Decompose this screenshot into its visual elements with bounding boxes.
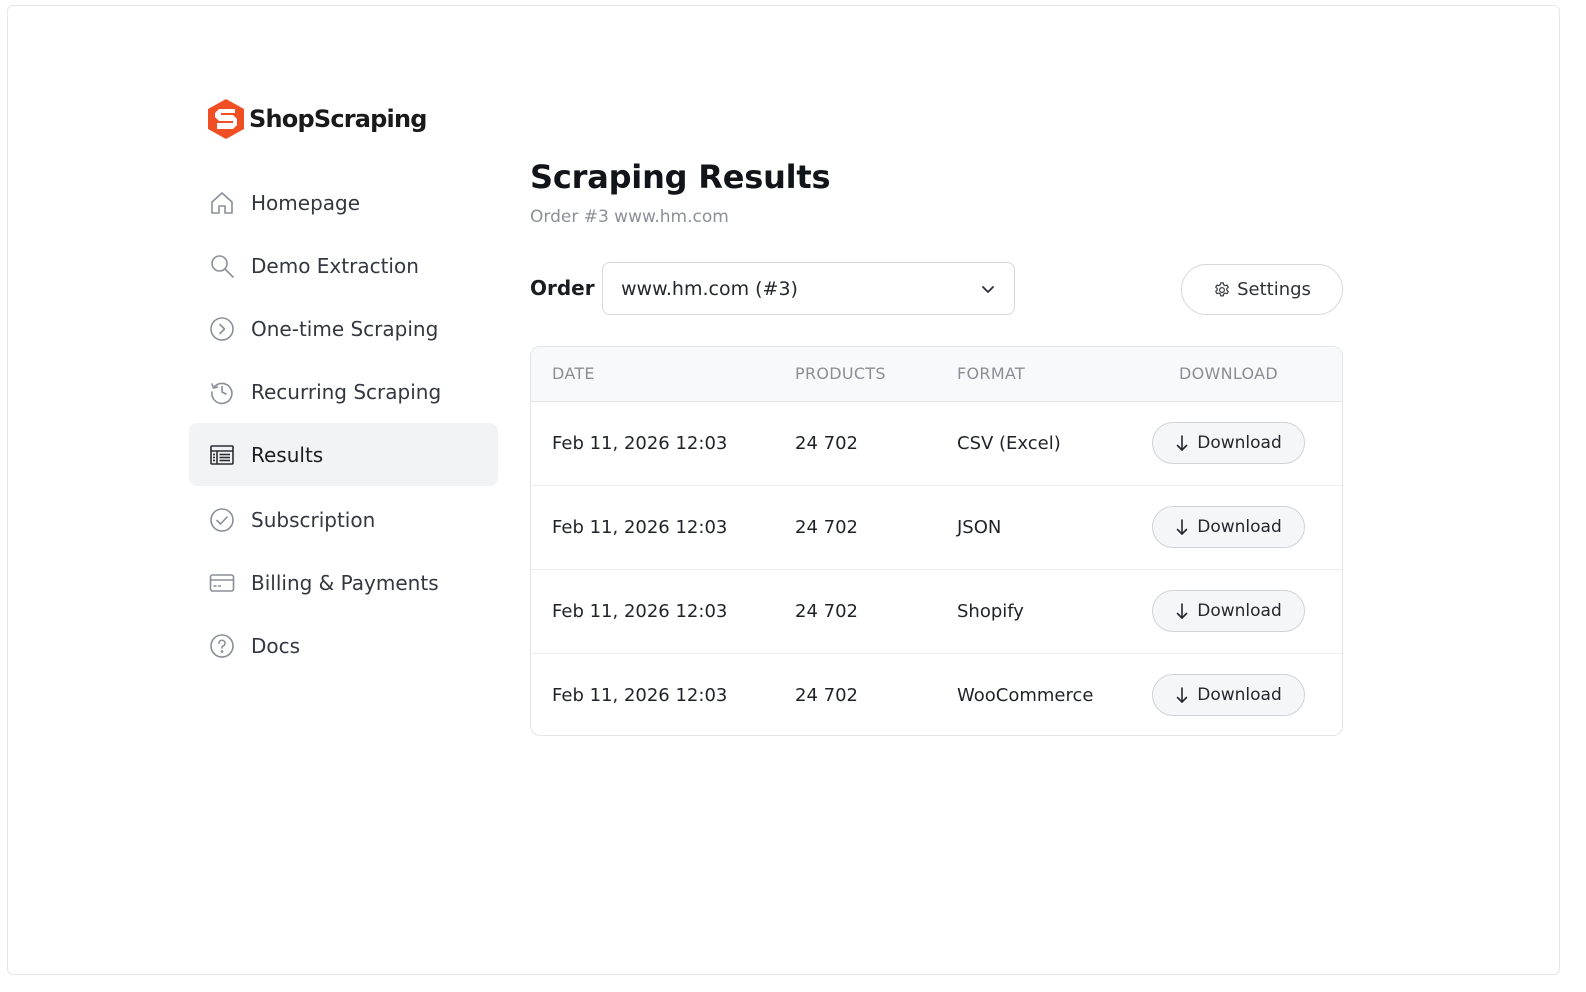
sidebar-item-recurring-scraping[interactable]: Recurring Scraping: [189, 360, 498, 423]
order-select[interactable]: www.hm.com (#3): [602, 262, 1015, 315]
search-icon: [209, 253, 235, 279]
sidebar-item-billing-payments[interactable]: Billing & Payments: [189, 551, 498, 614]
sidebar-item-one-time-scraping[interactable]: One-time Scraping: [189, 297, 498, 360]
row-products: 24 702: [795, 685, 858, 706]
column-header-format: FORMAT: [957, 364, 1025, 383]
row-format: JSON: [957, 517, 1002, 538]
order-select-value: www.hm.com (#3): [621, 277, 798, 300]
row-format: CSV (Excel): [957, 433, 1061, 454]
sidebar-item-label: Results: [251, 442, 324, 467]
sidebar-item-results[interactable]: Results: [189, 423, 498, 486]
download-button[interactable]: Download: [1152, 674, 1305, 716]
row-format: WooCommerce: [957, 685, 1094, 706]
arrow-down-icon: [1175, 602, 1189, 620]
column-header-date: DATE: [552, 364, 595, 383]
sidebar-item-label: Billing & Payments: [251, 570, 439, 595]
history-icon: [209, 379, 235, 405]
order-label: Order: [530, 276, 595, 300]
sidebar-nav: Homepage Demo Extraction One-time Scrapi…: [189, 171, 498, 677]
table-row: Feb 11, 2026 12:03 24 702 JSON Download: [531, 486, 1342, 570]
sidebar-item-label: Demo Extraction: [251, 253, 419, 278]
page-title: Scraping Results: [530, 158, 831, 196]
sidebar-item-homepage[interactable]: Homepage: [189, 171, 498, 234]
check-circle-icon: [209, 507, 235, 533]
arrow-down-icon: [1175, 686, 1189, 704]
column-header-products: PRODUCTS: [795, 364, 886, 383]
arrow-down-icon: [1175, 518, 1189, 536]
download-label: Download: [1197, 517, 1282, 537]
download-button[interactable]: Download: [1152, 590, 1305, 632]
sidebar-item-label: Subscription: [251, 507, 376, 532]
column-header-download: DOWNLOAD: [1179, 364, 1279, 383]
row-products: 24 702: [795, 517, 858, 538]
row-products: 24 702: [795, 433, 858, 454]
settings-button[interactable]: Settings: [1181, 264, 1343, 315]
gear-icon: [1213, 281, 1231, 299]
sidebar-item-label: Homepage: [251, 190, 361, 215]
shopscraping-logo-icon: [208, 99, 244, 139]
chevron-circle-icon: [209, 316, 235, 342]
chevron-down-icon: [980, 281, 996, 301]
download-label: Download: [1197, 433, 1282, 453]
home-icon: [209, 190, 235, 216]
row-products: 24 702: [795, 601, 858, 622]
results-table: DATE PRODUCTS FORMAT DOWNLOAD Feb 11, 20…: [530, 346, 1343, 736]
brand-logo[interactable]: ShopScraping: [207, 98, 427, 140]
sidebar-item-label: Recurring Scraping: [251, 379, 442, 404]
row-date: Feb 11, 2026 12:03: [552, 517, 728, 538]
page-subtitle: Order #3 www.hm.com: [530, 207, 729, 227]
table-row: Feb 11, 2026 12:03 24 702 Shopify Downlo…: [531, 570, 1342, 654]
sidebar-item-label: Docs: [251, 633, 301, 658]
sidebar-item-subscription[interactable]: Subscription: [189, 488, 498, 551]
download-button[interactable]: Download: [1152, 506, 1305, 548]
sidebar-item-label: One-time Scraping: [251, 316, 439, 341]
download-button[interactable]: Download: [1152, 422, 1305, 464]
table-header: DATE PRODUCTS FORMAT DOWNLOAD: [531, 347, 1342, 402]
row-format: Shopify: [957, 601, 1024, 622]
row-date: Feb 11, 2026 12:03: [552, 685, 728, 706]
credit-card-icon: [209, 570, 235, 596]
settings-label: Settings: [1237, 279, 1311, 300]
sidebar-item-demo-extraction[interactable]: Demo Extraction: [189, 234, 498, 297]
question-circle-icon: [209, 633, 235, 659]
arrow-down-icon: [1175, 434, 1189, 452]
brand-name: ShopScraping: [249, 105, 427, 133]
table-row: Feb 11, 2026 12:03 24 702 CSV (Excel) Do…: [531, 402, 1342, 486]
download-label: Download: [1197, 601, 1282, 621]
download-label: Download: [1197, 685, 1282, 705]
row-date: Feb 11, 2026 12:03: [552, 601, 728, 622]
sidebar-item-docs[interactable]: Docs: [189, 614, 498, 677]
table-icon: [209, 442, 235, 468]
table-row: Feb 11, 2026 12:03 24 702 WooCommerce Do…: [531, 654, 1342, 735]
row-date: Feb 11, 2026 12:03: [552, 433, 728, 454]
